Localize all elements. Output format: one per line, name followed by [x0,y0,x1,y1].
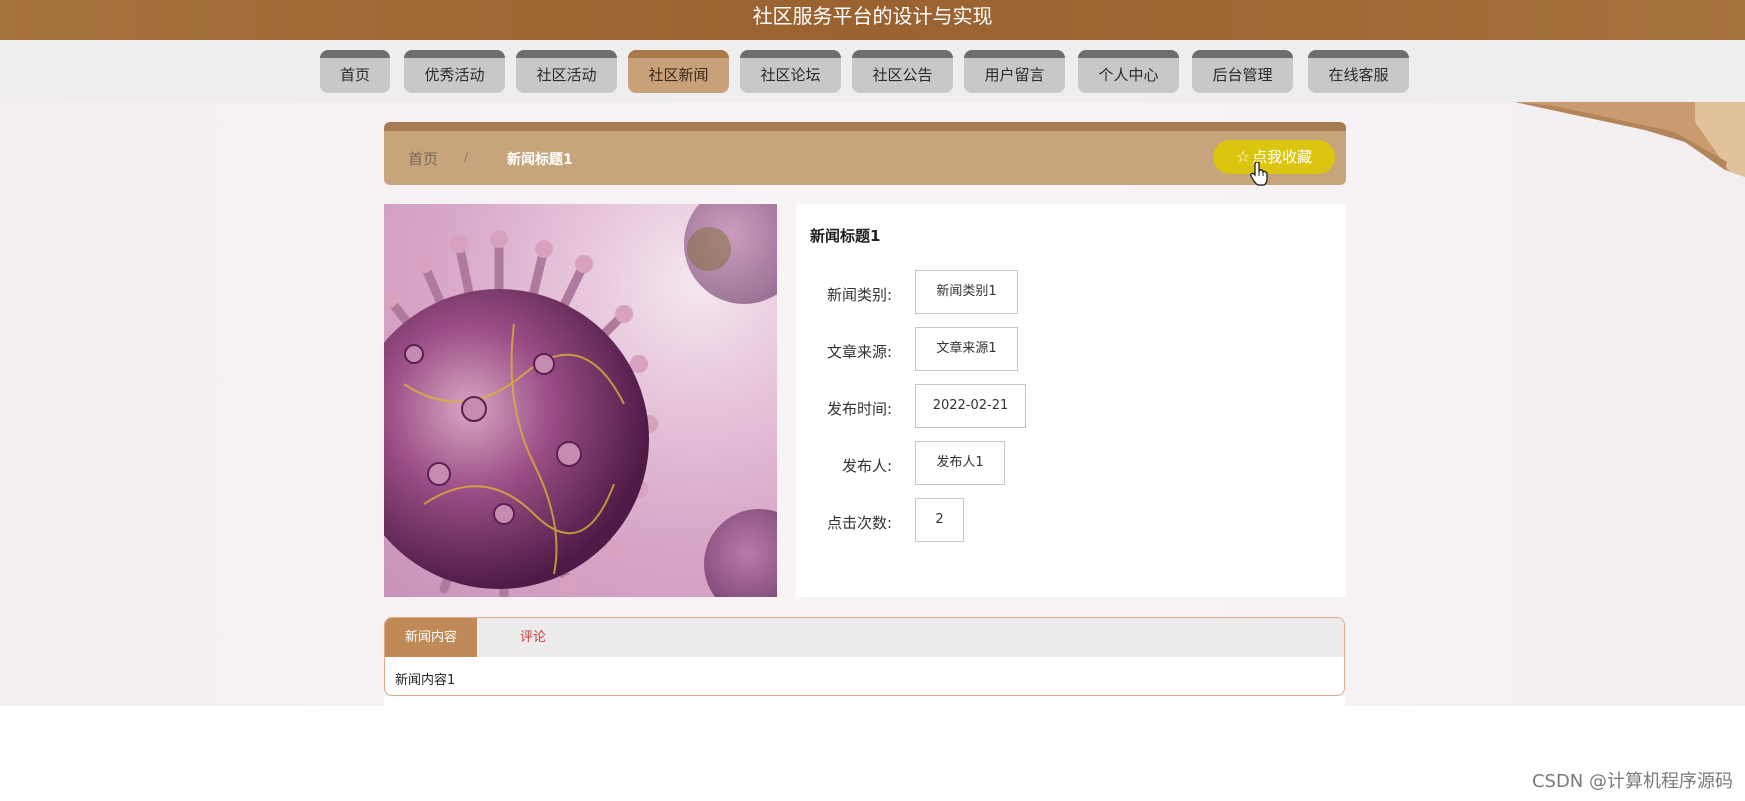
field-value-publisher: 发布人1 [915,441,1005,485]
hand-cursor-icon [1250,162,1268,186]
nav-item-personal-center[interactable]: 个人中心 [1078,50,1179,93]
field-value-category: 新闻类别1 [915,270,1018,314]
breadcrumb: 首页 / 新闻标题1 ☆ 点我收藏 [384,122,1346,185]
corner-decoration [1495,102,1745,177]
breadcrumb-home-link[interactable]: 首页 [408,148,438,169]
nav-item-community-activities[interactable]: 社区活动 [516,50,617,93]
news-tabs: 新闻内容 评论 新闻内容1 [384,617,1345,696]
field-value-source: 文章来源1 [915,327,1018,371]
nav-item-admin[interactable]: 后台管理 [1192,50,1293,93]
site-header: 社区服务平台的设计与实现 [0,0,1745,40]
tabs-header: 新闻内容 评论 [385,618,1344,657]
tab-content-text: 新闻内容1 [395,673,456,688]
nav-item-community-news[interactable]: 社区新闻 [628,50,729,93]
nav-item-featured-activities[interactable]: 优秀活动 [404,50,505,93]
news-title: 新闻标题1 [810,227,881,245]
nav-item-community-notice[interactable]: 社区公告 [852,50,953,93]
field-value-clicks: 2 [915,498,964,542]
nav-item-online-service[interactable]: 在线客服 [1308,50,1409,93]
tab-news-content[interactable]: 新闻内容 [385,618,477,657]
watermark: CSDN @计算机程序源码 [1531,771,1733,792]
content-bottom-strip [384,696,1345,706]
nav-item-user-messages[interactable]: 用户留言 [964,50,1065,93]
field-label-category: 新闻类别: [826,286,892,304]
field-label-publisher: 发布人: [841,457,892,475]
breadcrumb-current: 新闻标题1 [507,152,573,168]
nav-item-community-forum[interactable]: 社区论坛 [740,50,841,93]
nav-item-home[interactable]: 首页 [320,50,390,93]
favorite-button[interactable]: ☆ 点我收藏 [1213,140,1335,174]
field-label-clicks: 点击次数: [826,514,892,532]
tab-comments[interactable]: 评论 [477,618,589,657]
virus-illustration [384,204,777,597]
news-info-panel: 新闻标题1 新闻类别: 新闻类别1 文章来源: 文章来源1 发布时间: 2022… [796,204,1346,597]
field-label-publish-time: 发布时间: [826,400,892,418]
main-nav: 首页 优秀活动 社区活动 社区新闻 社区论坛 社区公告 用户留言 个人中心 后台… [0,40,1745,102]
breadcrumb-separator: / [464,150,469,164]
star-outline-icon: ☆ [1235,147,1251,166]
news-image [384,204,777,597]
field-label-source: 文章来源: [826,343,892,361]
site-title: 社区服务平台的设计与实现 [752,4,993,28]
field-value-publish-time: 2022-02-21 [915,384,1026,428]
